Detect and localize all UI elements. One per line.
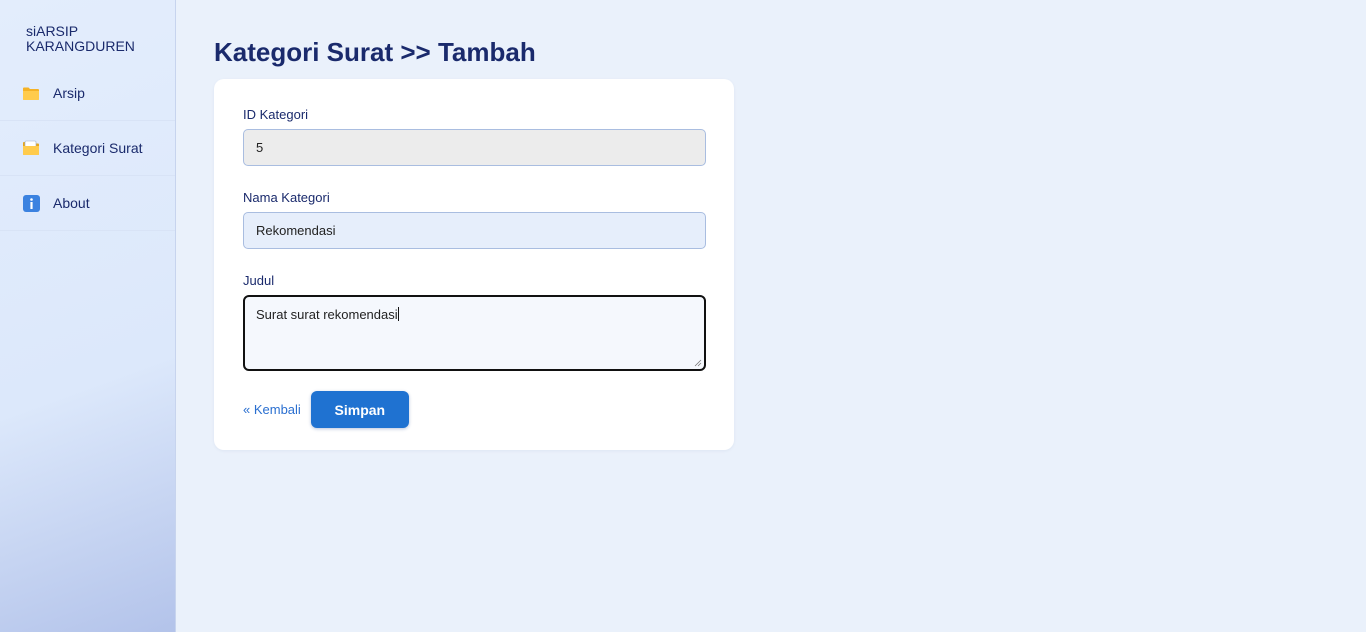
- judul-textarea[interactable]: Surat surat rekomendasi: [243, 295, 706, 371]
- judul-group: Judul Surat surat rekomendasi: [243, 273, 706, 371]
- brand-line-1: siARSIP: [26, 23, 79, 39]
- folder-icon: [22, 84, 40, 102]
- sidebar-item-label: About: [53, 195, 90, 211]
- sidebar-item-about[interactable]: About: [0, 176, 175, 231]
- save-button[interactable]: Simpan: [310, 391, 409, 428]
- id-kategori-label: ID Kategori: [243, 107, 309, 122]
- judul-value: Surat surat rekomendasi: [256, 307, 398, 322]
- form-actions: « Kembali Simpan: [243, 391, 706, 428]
- resize-grip-icon[interactable]: [694, 359, 702, 367]
- back-link[interactable]: « Kembali: [243, 402, 301, 417]
- app-brand: siARSIP KARANGDUREN: [0, 24, 175, 54]
- sidebar-item-label: Kategori Surat: [53, 140, 143, 156]
- id-kategori-field[interactable]: 5: [243, 129, 706, 166]
- nama-kategori-value: Rekomendasi: [256, 223, 336, 238]
- sidebar-item-arsip[interactable]: Arsip: [0, 66, 175, 121]
- sidebar: siARSIP KARANGDUREN Arsip Kategori Surat: [0, 0, 176, 632]
- sidebar-item-kategori-surat[interactable]: Kategori Surat: [0, 121, 175, 176]
- app-root: siARSIP KARANGDUREN Arsip Kategori Surat: [0, 0, 1366, 632]
- id-kategori-value: 5: [256, 140, 264, 155]
- folder-tab-icon: [22, 139, 40, 157]
- text-caret: [397, 307, 399, 321]
- info-icon: [22, 194, 40, 212]
- nama-kategori-field[interactable]: Rekomendasi: [243, 212, 706, 249]
- main-content: Kategori Surat >> Tambah ID Kategori 5 N…: [176, 0, 1366, 632]
- id-kategori-group: ID Kategori 5: [243, 107, 706, 166]
- sidebar-item-label: Arsip: [53, 85, 85, 101]
- brand-line-2: KARANGDUREN: [26, 38, 135, 54]
- page-title: Kategori Surat >> Tambah: [214, 37, 536, 67]
- judul-label: Judul: [243, 273, 275, 288]
- form-card: ID Kategori 5 Nama Kategori Rekomendasi …: [214, 79, 734, 450]
- nama-kategori-label: Nama Kategori: [243, 190, 330, 205]
- nama-kategori-group: Nama Kategori Rekomendasi: [243, 190, 706, 249]
